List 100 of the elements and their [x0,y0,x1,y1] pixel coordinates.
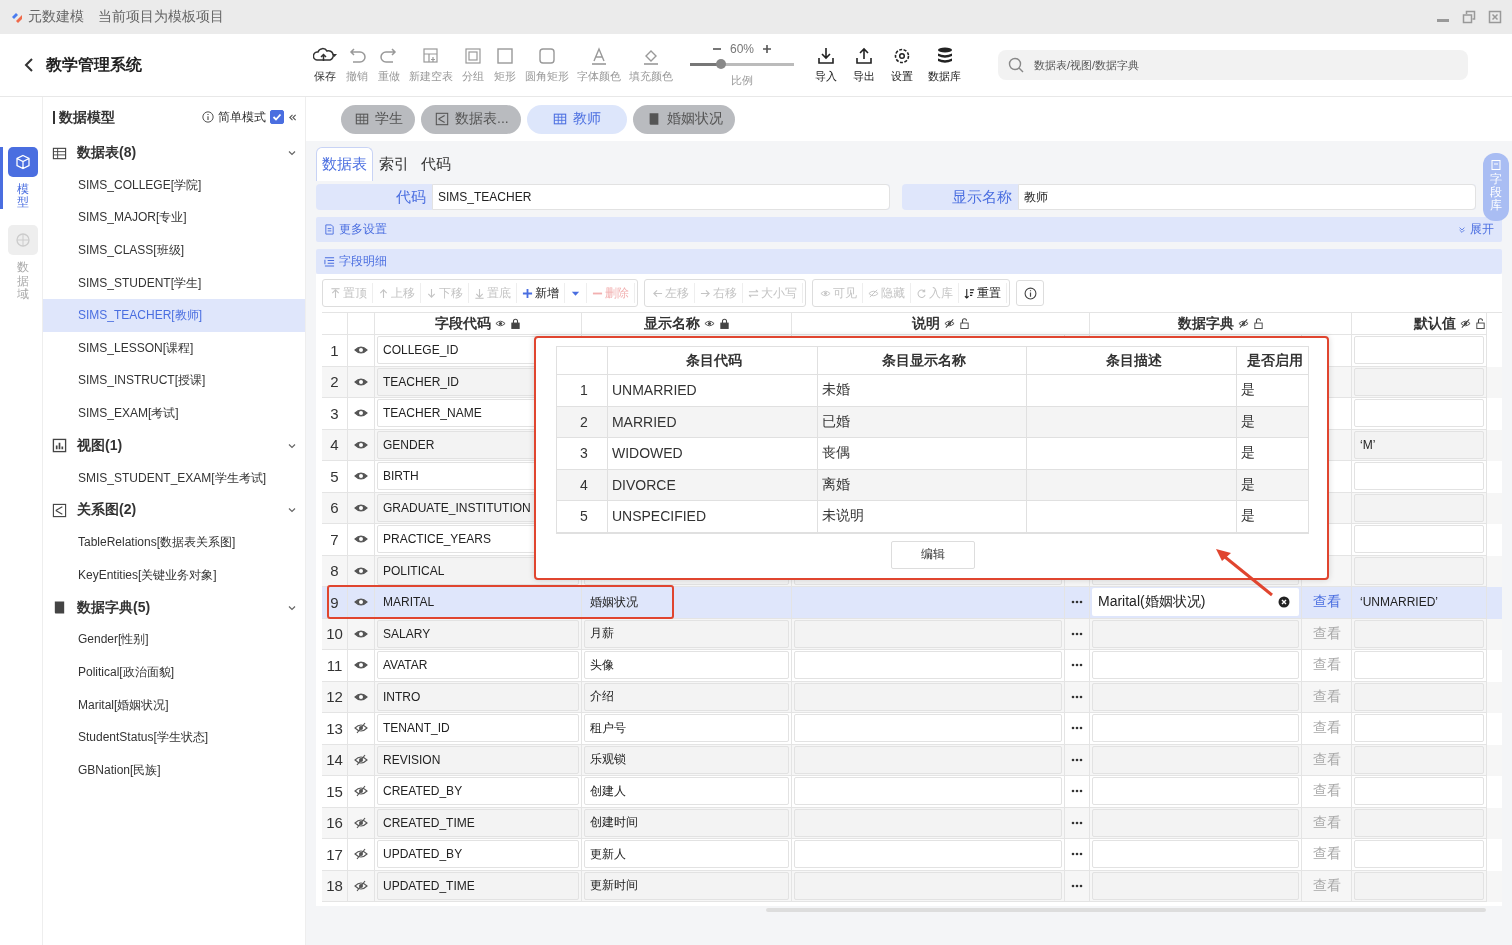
description-input[interactable] [794,871,1062,900]
display-name-cell[interactable]: 婚姻状况 [584,588,789,617]
zoom-in-icon[interactable] [762,44,772,54]
default-value-input[interactable] [1354,840,1484,869]
description-input[interactable] [794,840,1062,869]
more-icon[interactable] [1071,883,1083,888]
clear-icon[interactable] [1278,596,1290,609]
eye-icon[interactable] [354,344,368,357]
eye-icon[interactable] [354,564,368,577]
tree-item[interactable]: KeyEntities[关键业务对象] [43,558,305,592]
dictionary-input[interactable] [1092,714,1299,743]
eye-icon[interactable] [354,533,368,546]
default-value-cell[interactable]: ‘M’ [1354,430,1484,459]
more-icon[interactable] [1071,600,1083,605]
editor-tab[interactable]: 索引 [373,147,415,181]
display-name-cell[interactable]: 月薪 [584,619,789,648]
tree-item[interactable]: SIMS_EXAM[考试] [43,397,305,430]
lock-icon[interactable] [718,318,730,329]
default-value-input[interactable] [1354,682,1484,711]
collapse-icon[interactable] [288,112,297,122]
default-value-input[interactable] [1354,808,1484,837]
export-tool-button[interactable]: 导出 [845,46,883,84]
eye-icon[interactable] [354,375,368,388]
lock-icon[interactable] [510,318,521,329]
dictionary-input[interactable] [1092,871,1299,900]
dictionary-input[interactable] [1092,777,1299,806]
more-icon[interactable] [1071,631,1083,636]
default-value-input[interactable] [1354,714,1484,743]
field-code-cell[interactable]: CREATED_TIME [377,808,579,837]
more-icon[interactable] [1071,694,1083,699]
display-name-field[interactable]: 教师 [1018,184,1476,210]
field-code-cell[interactable]: UPDATED_BY [377,840,579,869]
field-code-cell[interactable]: AVATAR [377,651,579,680]
field-code-cell[interactable]: CREATED_BY [377,777,579,806]
eye-slash-icon[interactable] [1460,318,1471,329]
dictionary-input[interactable] [1092,808,1299,837]
save-tool-button[interactable]: 保存 [309,46,341,84]
eye-icon[interactable] [495,318,506,329]
model-rail-button[interactable] [7,147,38,177]
simple-mode-checkbox[interactable] [270,110,284,124]
table-row[interactable]: 9 MARITAL 婚姻状况 Marital(婚姻状况) 查看 ‘UNMARRIED’ [322,587,1502,619]
eye-slash-icon[interactable] [1237,318,1249,329]
tree-item[interactable]: StudentStatus[学生状态] [43,721,305,754]
eye-icon[interactable] [354,690,368,703]
tree-item[interactable]: SIMS_INSTRUCT[授课] [43,364,305,398]
default-value-input[interactable] [1354,493,1484,522]
tree-item[interactable]: SIMS_MAJOR[专业] [43,201,305,235]
tree-item[interactable]: SIMS_LESSON[课程] [43,331,305,365]
description-input[interactable] [794,777,1062,806]
eye-icon[interactable] [354,470,368,483]
display-name-cell[interactable]: 创建人 [584,777,789,806]
default-value-cell[interactable]: ‘UNMARRIED’ [1354,588,1484,617]
unlock-icon[interactable] [1252,318,1264,329]
display-name-cell[interactable]: 介绍 [584,682,789,711]
eye-icon[interactable] [354,501,368,514]
tree-item[interactable]: Political[政治面貌] [43,656,305,689]
unlock-icon[interactable] [958,318,970,329]
expand-link[interactable]: 展开 [1470,221,1494,238]
eye-slash-icon[interactable] [354,785,368,798]
rail-item[interactable]: 模型 [0,147,42,210]
default-value-input[interactable] [1354,399,1484,428]
eye-icon[interactable] [354,627,368,640]
more-icon[interactable] [1071,820,1083,825]
display-name-cell[interactable]: 更新时间 [584,871,789,900]
add-button[interactable]: 新增 [517,283,565,303]
eye-slash-icon[interactable] [354,753,368,766]
more-icon[interactable] [1071,789,1083,794]
tree-group[interactable]: 关系图(2) [43,494,305,527]
eye-icon[interactable] [354,438,368,451]
eye-icon[interactable] [354,407,368,420]
open-tab[interactable]: 婚姻状况 [632,104,735,134]
more-icon[interactable] [1071,726,1083,731]
dictionary-input[interactable] [1092,682,1299,711]
default-value-input[interactable] [1354,619,1484,648]
view-link[interactable]: 查看 [1312,593,1341,612]
field-code-cell[interactable]: INTRO [377,682,579,711]
eye-slash-icon[interactable] [354,816,368,829]
description-input[interactable] [794,619,1062,648]
tree-item[interactable]: SIMS_COLLEGE[学院] [43,169,305,202]
tree-group[interactable]: 视图(1) [43,429,305,462]
default-value-input[interactable] [1354,367,1484,396]
tree-item[interactable]: GBNation[民族] [43,753,305,787]
field-code-cell[interactable]: MARITAL [377,588,579,617]
eye-slash-icon[interactable] [354,722,368,735]
default-value-input[interactable] [1354,525,1484,554]
eye-icon[interactable] [354,659,368,672]
description-input[interactable] [794,808,1062,837]
description-input[interactable] [794,682,1062,711]
display-name-cell[interactable]: 租户号 [584,714,789,743]
display-name-cell[interactable]: 更新人 [584,840,789,869]
more-icon[interactable] [1071,757,1083,762]
database-tool-button[interactable]: 数据库 [921,46,968,84]
eye-slash-icon[interactable] [354,848,368,861]
unlock-icon[interactable] [1475,318,1486,329]
tree-item[interactable]: SIMS_CLASS[班级] [43,234,305,267]
import-tool-button[interactable]: 导入 [807,46,845,84]
field-code-cell[interactable]: UPDATED_TIME [377,871,579,900]
description-input[interactable] [794,714,1062,743]
eye-icon[interactable] [703,318,715,329]
eye-slash-icon[interactable] [354,879,368,892]
